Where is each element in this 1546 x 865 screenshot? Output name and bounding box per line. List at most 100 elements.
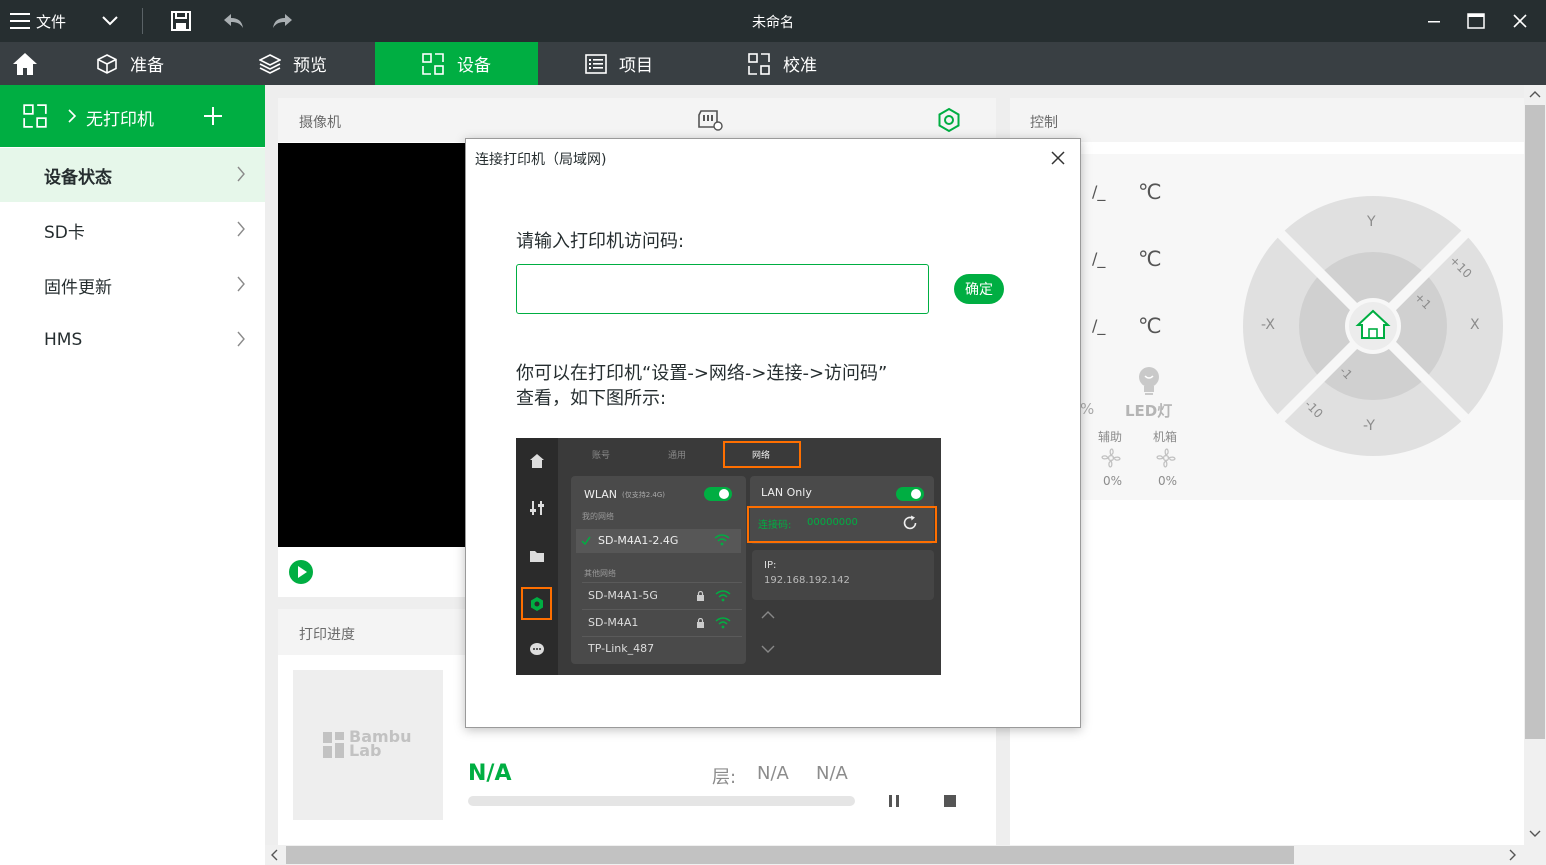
cube-icon [97,53,117,74]
close-icon [1513,14,1527,28]
bed-temp-value[interactable]: /_ [1092,249,1105,268]
tab-prepare-label: 准备 [130,56,164,76]
camera-play-button[interactable] [288,559,314,585]
confirm-button-label: 确定 [965,282,993,298]
example-tab-general: 通用 [668,451,687,461]
save-icon [171,11,191,31]
file-menu-button[interactable]: 文件 [10,8,90,34]
hint-text-line2: 查看，如下图所示: [516,388,667,409]
scroll-down-icon [1529,830,1541,837]
toolbar-divider [142,8,143,34]
tab-device-label: 设备 [457,56,491,76]
camera-sdcard-button[interactable] [696,108,724,132]
example-folder-icon [530,551,544,562]
sidebar-item-label: 固件更新 [44,277,112,298]
example-chevron-down-icon [761,645,775,653]
close-window-button[interactable] [1506,8,1534,34]
title-bar: 文件 未命名 [0,0,1546,42]
aux-fan-label: 辅助 [1098,430,1123,444]
save-button[interactable] [166,8,196,34]
fan-icon [1101,448,1121,468]
access-code-input[interactable] [516,264,929,314]
tab-prepare[interactable]: 准备 [96,42,236,85]
undo-button[interactable] [218,8,248,34]
camera-title: 摄像机 [299,115,341,131]
device-sidebar: 无打印机 设备状态 SD卡 固件更新 HMS [0,85,265,865]
maximize-button[interactable] [1462,8,1490,34]
printer-icon [23,104,47,128]
example-other-networks-label: 其他网络 [584,569,616,578]
gear-icon [938,107,960,133]
tab-calibration[interactable]: 校准 [747,42,887,85]
dialog-title: 连接打印机（局域网) [475,152,607,168]
plus-icon [204,107,222,125]
tab-project[interactable]: 项目 [585,42,725,85]
vertical-scrollbar[interactable] [1524,85,1546,845]
pause-icon [889,795,899,807]
example-my-network-label: 我的网络 [582,512,614,521]
chevron-right-icon [237,276,245,292]
file-menu-label: 文件 [36,12,67,31]
lightbulb-icon [1139,367,1159,395]
tab-home[interactable] [0,42,50,85]
sidebar-item-firmware-update[interactable]: 固件更新 [0,258,265,312]
redo-button[interactable] [268,8,298,34]
sidebar-item-device-status[interactable]: 设备状态 [0,148,265,202]
device-icon [422,52,444,75]
example-gear-icon [531,597,543,611]
aux-fan-button[interactable] [1099,446,1123,470]
play-icon [289,560,313,584]
example-refresh-icon [903,515,917,530]
speed-percent-symbol: % [1080,400,1095,418]
control-panel: 控制 /_ ℃ /_ ℃ /_ ℃ % LED灯 辅助 0% 机箱 0% Y -… [1010,98,1524,845]
horizontal-scroll-thumb[interactable] [286,846,1294,864]
file-dropdown-button[interactable] [98,10,122,32]
example-connected-network: SD-M4A1-2.4G [598,534,679,547]
list-icon [585,53,607,74]
chamber-temp-unit: ℃ [1138,314,1162,338]
chamber-fan-button[interactable] [1154,446,1178,470]
sidebar-item-label: HMS [44,330,83,350]
print-thumbnail: Bambu Lab [293,670,443,820]
example-tab-network: 网络 [752,451,771,461]
bambu-logo-text-2: Lab [349,741,382,760]
printer-selector[interactable]: 无打印机 [0,85,265,147]
example-tab-account: 账号 [592,451,611,461]
jog-x-plus-label: X [1470,317,1480,333]
chamber-temp-value[interactable]: /_ [1092,316,1105,335]
stop-button[interactable] [938,792,962,810]
vertical-scroll-thumb[interactable] [1525,105,1545,739]
nozzle-temp-unit: ℃ [1138,180,1162,204]
chamber-fan-value: 0% [1158,474,1178,488]
example-chat-icon [530,643,544,655]
example-check-icon [581,536,591,545]
confirm-button[interactable]: 确定 [954,274,1004,304]
print-status: N/A [468,761,512,786]
jog-y-plus-label: Y [1367,214,1376,230]
example-lan-label: LAN Only [761,486,812,499]
sidebar-item-label: 设备状态 [44,167,112,188]
led-toggle[interactable] [1136,366,1162,396]
nozzle-temp-value[interactable]: /_ [1092,182,1105,201]
example-network-1: SD-M4A1-5G [588,589,658,602]
undo-icon [224,14,243,28]
tab-preview-label: 预览 [293,56,327,76]
jog-x-minus-label: -X [1261,317,1275,333]
add-printer-button[interactable] [200,103,226,129]
stop-icon [944,795,956,807]
sidebar-item-hms[interactable]: HMS [0,313,265,367]
layer-label: 层: [712,767,737,788]
chamber-fan-label: 机箱 [1153,430,1178,444]
tab-device[interactable]: 设备 [375,42,538,85]
horizontal-scrollbar[interactable] [265,845,1546,865]
sidebar-item-sd-card[interactable]: SD卡 [0,203,265,257]
camera-settings-button[interactable] [935,107,963,133]
dialog-close-button[interactable] [1046,147,1070,169]
maximize-icon [1467,13,1485,29]
example-home-icon [530,454,544,468]
pause-button[interactable] [882,792,906,810]
example-wlan-label: WLAN [584,488,618,501]
minimize-button[interactable] [1420,8,1448,34]
scroll-right-icon [1509,849,1516,861]
sd-card-icon [698,110,723,131]
